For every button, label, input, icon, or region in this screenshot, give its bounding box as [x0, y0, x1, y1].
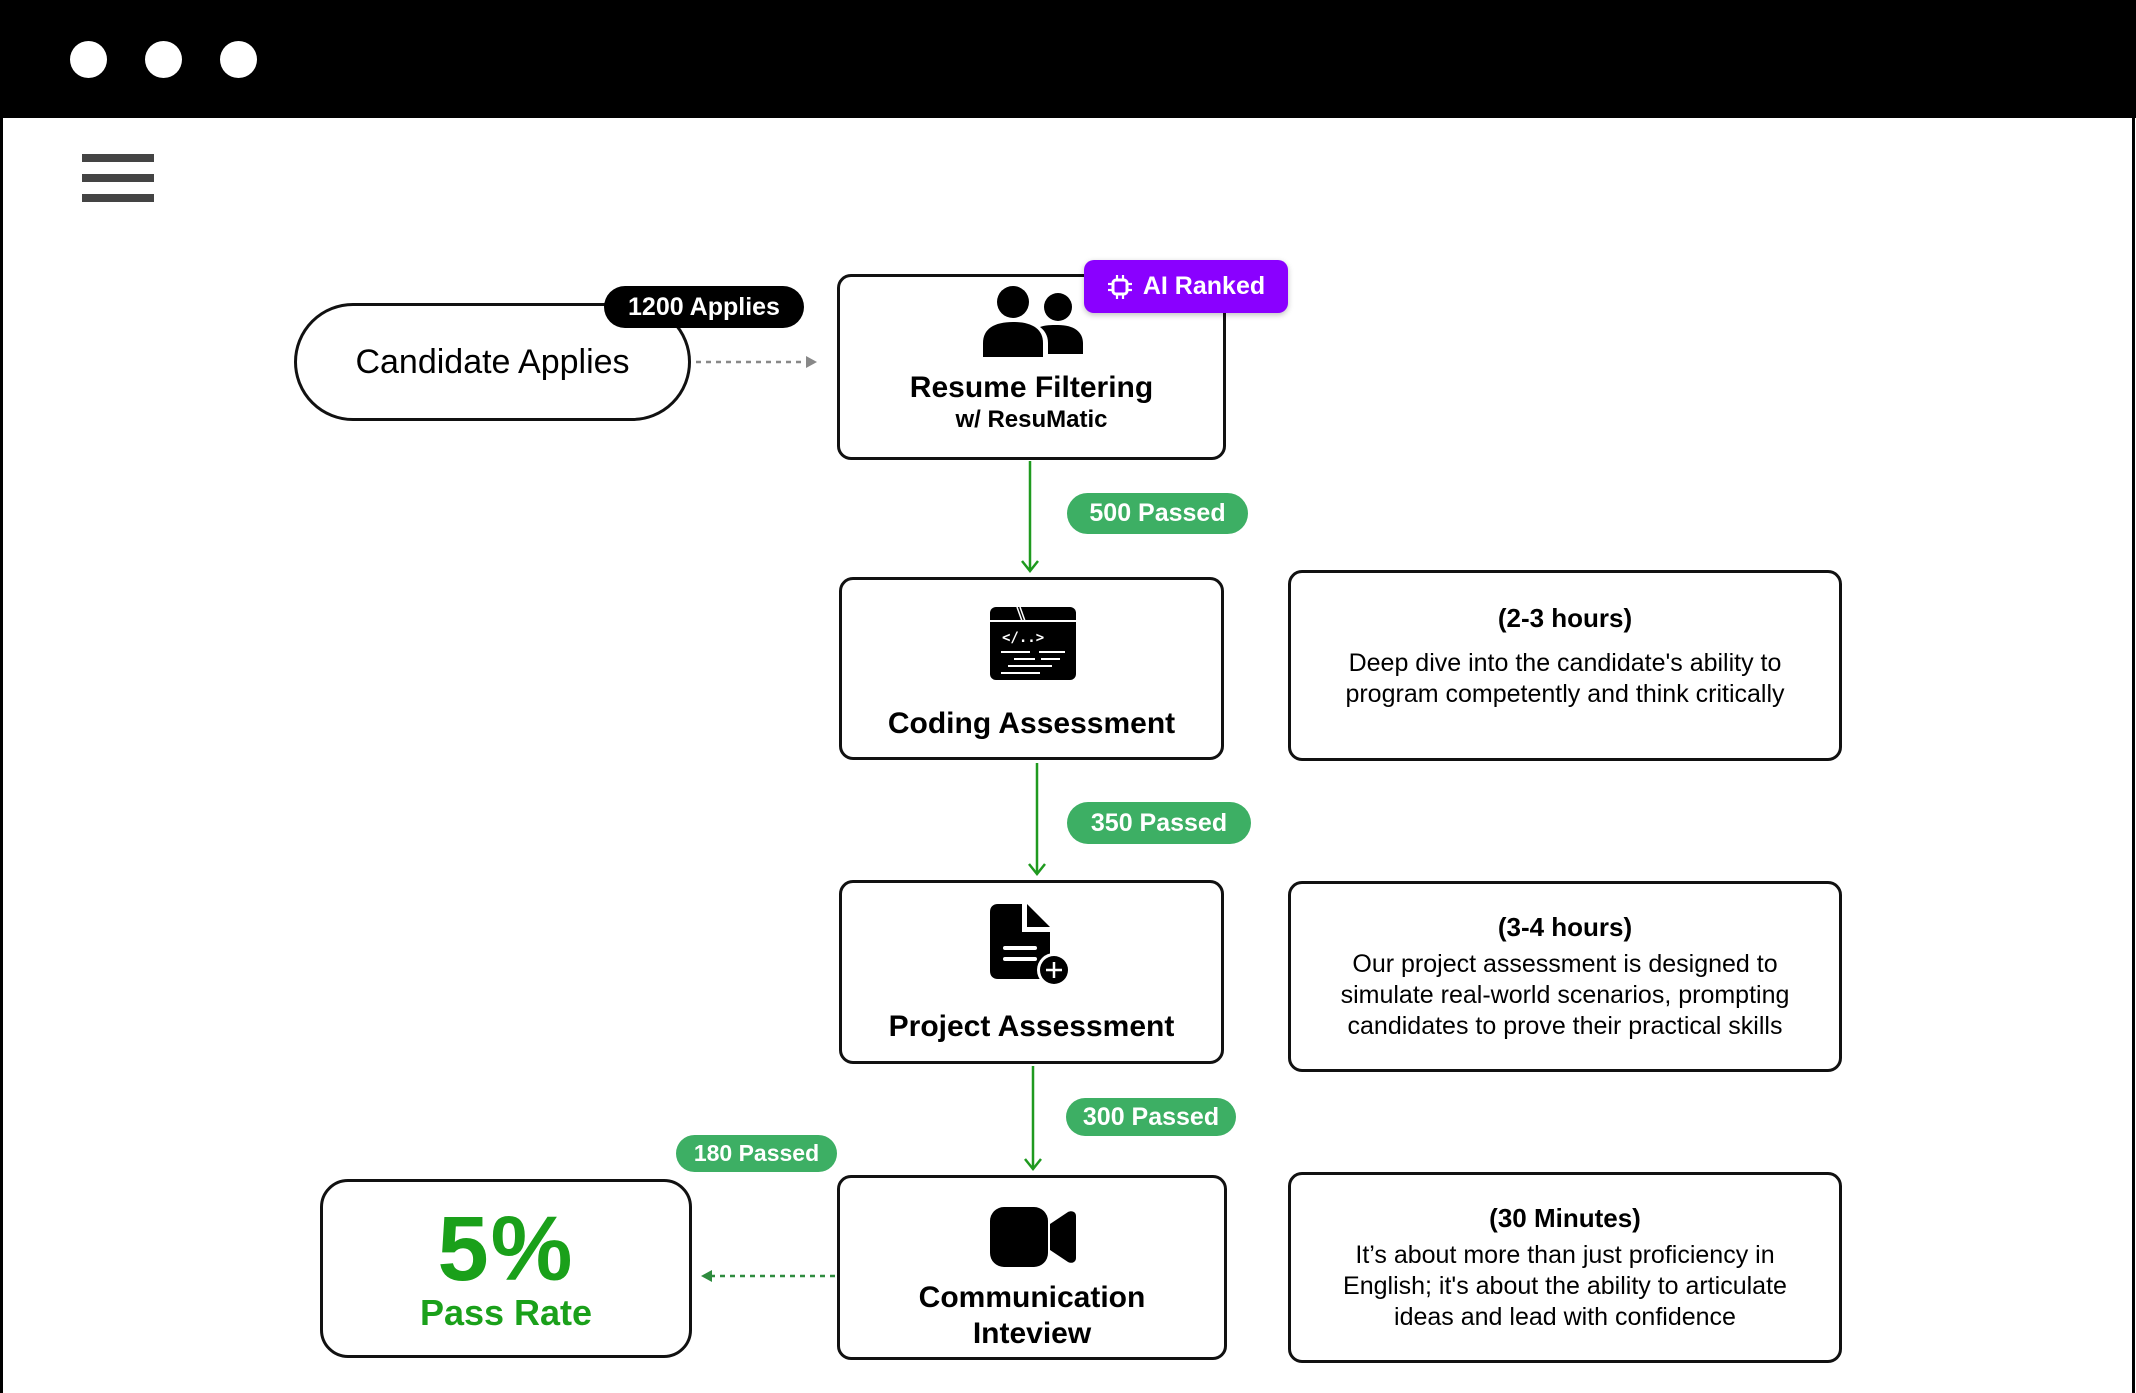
passed-badge-coding: 350 Passed: [1067, 802, 1251, 844]
description-duration: (2-3 hours): [1497, 602, 1633, 633]
video-camera-icon: [990, 1207, 1076, 1267]
step-communication-interview[interactable]: Communication Inteview: [837, 1175, 1227, 1360]
description-text: Our project assessment is designed to si…: [1340, 950, 1790, 1040]
passed-badge-project: 300 Passed: [1066, 1098, 1236, 1136]
step-title: Resume Filtering: [909, 371, 1154, 404]
code-glyph: </..>: [1002, 630, 1044, 646]
users-icon: [983, 286, 1083, 357]
description-coding: (2-3 hours) Deep dive into the candidate…: [1288, 570, 1842, 761]
step-title: Communication: [918, 1280, 1146, 1314]
ai-ranked-label: AI Ranked: [1142, 272, 1266, 300]
result-pass-rate: 5% Pass Rate: [320, 1179, 692, 1358]
start-node-label: Candidate Applies: [355, 342, 630, 381]
arrow-resume-to-coding: [1021, 461, 1039, 574]
description-communication: (30 Minutes) It’s about more than just p…: [1288, 1172, 1842, 1363]
step-subtitle: w/ ResuMatic: [955, 406, 1108, 433]
step-title-line2: Inteview: [972, 1316, 1092, 1350]
description-text: It’s about more than just proficiency in…: [1343, 1241, 1787, 1331]
pass-rate-value: 5%: [437, 1197, 575, 1300]
document-add-icon: [990, 904, 1071, 987]
step-title: Project Assessment: [888, 1010, 1175, 1043]
arrow-coding-to-project: [1028, 763, 1046, 877]
arrow-project-to-communication: [1024, 1066, 1042, 1172]
dashed-arrow-communication-to-result: [701, 1270, 835, 1282]
description-duration: (3-4 hours): [1497, 912, 1633, 942]
ai-ranked-badge: AI Ranked: [1084, 260, 1288, 313]
step-title: Coding Assessment: [887, 706, 1176, 740]
pass-rate-label: Pass Rate: [419, 1291, 593, 1333]
description-project: (3-4 hours) Our project assessment is de…: [1288, 881, 1842, 1072]
passed-badge-communication: 180 Passed: [676, 1135, 837, 1172]
description-duration: (30 Minutes): [1489, 1203, 1641, 1233]
passed-badge-resume: 500 Passed: [1067, 493, 1248, 534]
description-text: Deep dive into the candidate's ability t…: [1345, 648, 1785, 708]
applies-count-badge: 1200 Applies: [604, 286, 804, 328]
chip-icon: [1107, 274, 1132, 299]
code-window-icon: </..>: [990, 607, 1076, 680]
